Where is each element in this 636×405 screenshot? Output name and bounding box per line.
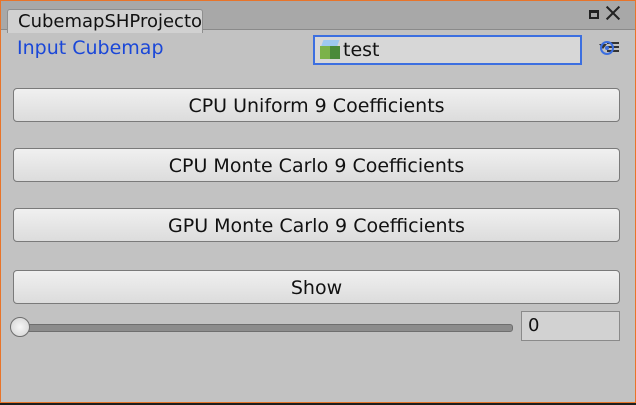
slider-thumb[interactable] xyxy=(10,317,30,337)
titlebar: CubemapSHProjector xyxy=(1,1,635,33)
input-cubemap-field[interactable]: test xyxy=(313,35,582,65)
editor-window: CubemapSHProjector Input Cubemap test CP… xyxy=(0,0,636,403)
close-icon[interactable] xyxy=(605,5,621,21)
show-button[interactable]: Show xyxy=(13,270,620,304)
slider-track[interactable] xyxy=(17,324,513,332)
tab-cubemap-sh-projector[interactable]: CubemapSHProjector xyxy=(7,9,203,33)
object-picker-icon[interactable] xyxy=(600,41,614,55)
window-controls xyxy=(587,3,621,23)
restore-icon[interactable] xyxy=(587,8,599,19)
slider-value-field[interactable]: 0 xyxy=(521,311,620,341)
input-cubemap-value: test xyxy=(343,39,380,61)
cpu-monte-carlo-button[interactable]: CPU Monte Carlo 9 Coefficients xyxy=(13,148,620,182)
cpu-uniform-button[interactable]: CPU Uniform 9 Coefficients xyxy=(13,88,620,122)
gpu-monte-carlo-button[interactable]: GPU Monte Carlo 9 Coefficients xyxy=(13,208,620,242)
input-cubemap-label: Input Cubemap xyxy=(17,37,164,59)
cubemap-icon xyxy=(319,39,341,61)
